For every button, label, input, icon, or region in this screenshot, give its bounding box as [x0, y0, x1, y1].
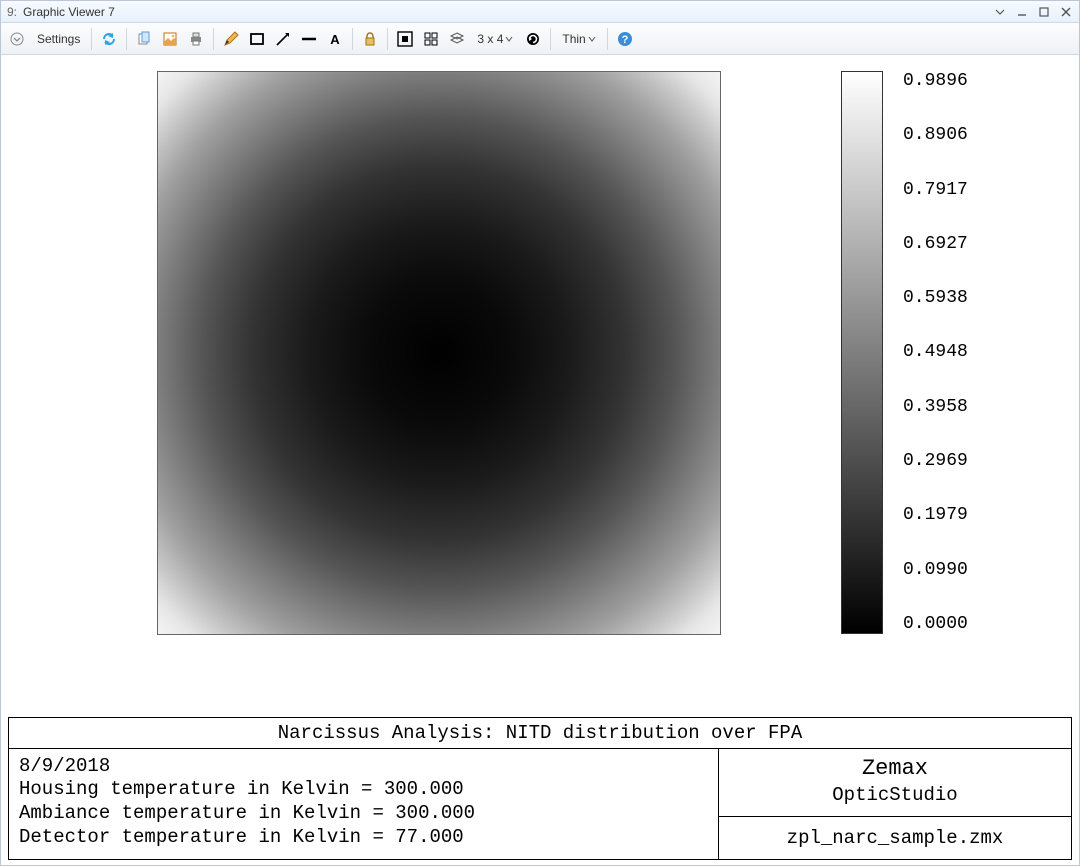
toolbar: Settings A: [1, 23, 1079, 55]
plot-row: 0.9896 0.8906 0.7917 0.6927 0.5938 0.494…: [7, 55, 1073, 701]
grid-icon[interactable]: [419, 27, 443, 51]
tick-label: 0.0000: [903, 614, 968, 634]
titlebar: 9: Graphic Viewer 7: [1, 1, 1079, 23]
pencil-icon[interactable]: [219, 27, 243, 51]
line-thickness-dropdown[interactable]: Thin: [556, 27, 601, 51]
text-icon[interactable]: A: [323, 27, 347, 51]
separator: [213, 28, 214, 50]
tick-label: 0.6927: [903, 234, 968, 254]
fit-window-icon[interactable]: [393, 27, 417, 51]
help-icon[interactable]: ?: [613, 27, 637, 51]
brand-box: Zemax OpticStudio: [719, 749, 1071, 817]
arrow-icon[interactable]: [271, 27, 295, 51]
chevron-down-icon: [588, 35, 596, 43]
clipboard-icon[interactable]: [132, 27, 156, 51]
separator: [607, 28, 608, 50]
tick-label: 0.1979: [903, 505, 968, 525]
product-name: OpticStudio: [719, 783, 1071, 808]
tick-label: 0.7917: [903, 180, 968, 200]
separator: [387, 28, 388, 50]
close-button[interactable]: [1059, 5, 1073, 19]
tick-label: 0.4948: [903, 342, 968, 362]
tick-label: 0.5938: [903, 288, 968, 308]
reset-icon[interactable]: [521, 27, 545, 51]
chevron-down-icon: [505, 35, 513, 43]
window-title: Graphic Viewer 7: [23, 5, 115, 19]
analysis-date: 8/9/2018: [19, 755, 110, 777]
param-line: Detector temperature in Kelvin = 77.000: [19, 826, 464, 848]
separator: [91, 28, 92, 50]
rectangle-icon[interactable]: [245, 27, 269, 51]
filename: zpl_narc_sample.zmx: [719, 817, 1071, 859]
separator: [550, 28, 551, 50]
colorbar-ticks: 0.9896 0.8906 0.7917 0.6927 0.5938 0.494…: [897, 71, 968, 634]
refresh-icon[interactable]: [97, 27, 121, 51]
grid-size-label: 3 x 4: [477, 32, 503, 46]
content-area: 0.9896 0.8906 0.7917 0.6927 0.5938 0.494…: [1, 55, 1079, 865]
tick-label: 0.9896: [903, 71, 968, 91]
chevron-down-icon[interactable]: [5, 27, 29, 51]
analysis-parameters: 8/9/2018 Housing temperature in Kelvin =…: [9, 749, 719, 859]
svg-text:?: ?: [621, 34, 628, 46]
line-icon[interactable]: [297, 27, 321, 51]
heatmap-image: [157, 71, 721, 635]
thickness-label: Thin: [562, 32, 585, 46]
separator: [352, 28, 353, 50]
lock-icon[interactable]: [358, 27, 382, 51]
window: 9: Graphic Viewer 7 Settings: [0, 0, 1080, 866]
layers-icon[interactable]: [445, 27, 469, 51]
heatmap-plot: [157, 71, 721, 635]
brand-name: Zemax: [719, 755, 1071, 784]
tick-label: 0.3958: [903, 397, 968, 417]
param-line: Housing temperature in Kelvin = 300.000: [19, 778, 464, 800]
tick-label: 0.2969: [903, 451, 968, 471]
tick-label: 0.8906: [903, 125, 968, 145]
minimize-button[interactable]: [1015, 5, 1029, 19]
param-line: Ambiance temperature in Kelvin = 300.000: [19, 802, 475, 824]
colorbar-area: 0.9896 0.8906 0.7917 0.6927 0.5938 0.494…: [841, 71, 968, 635]
window-number: 9:: [7, 5, 17, 19]
colorbar: [841, 71, 883, 634]
tick-label: 0.0990: [903, 560, 968, 580]
analysis-title: Narcissus Analysis: NITD distribution ov…: [9, 718, 1071, 749]
maximize-button[interactable]: [1037, 5, 1051, 19]
grid-size-dropdown[interactable]: 3 x 4: [471, 27, 519, 51]
svg-text:A: A: [331, 32, 341, 47]
info-panel: Narcissus Analysis: NITD distribution ov…: [8, 717, 1072, 860]
separator: [126, 28, 127, 50]
print-icon[interactable]: [184, 27, 208, 51]
save-image-icon[interactable]: [158, 27, 182, 51]
settings-button[interactable]: Settings: [31, 27, 86, 51]
window-menu-icon[interactable]: [993, 5, 1007, 19]
